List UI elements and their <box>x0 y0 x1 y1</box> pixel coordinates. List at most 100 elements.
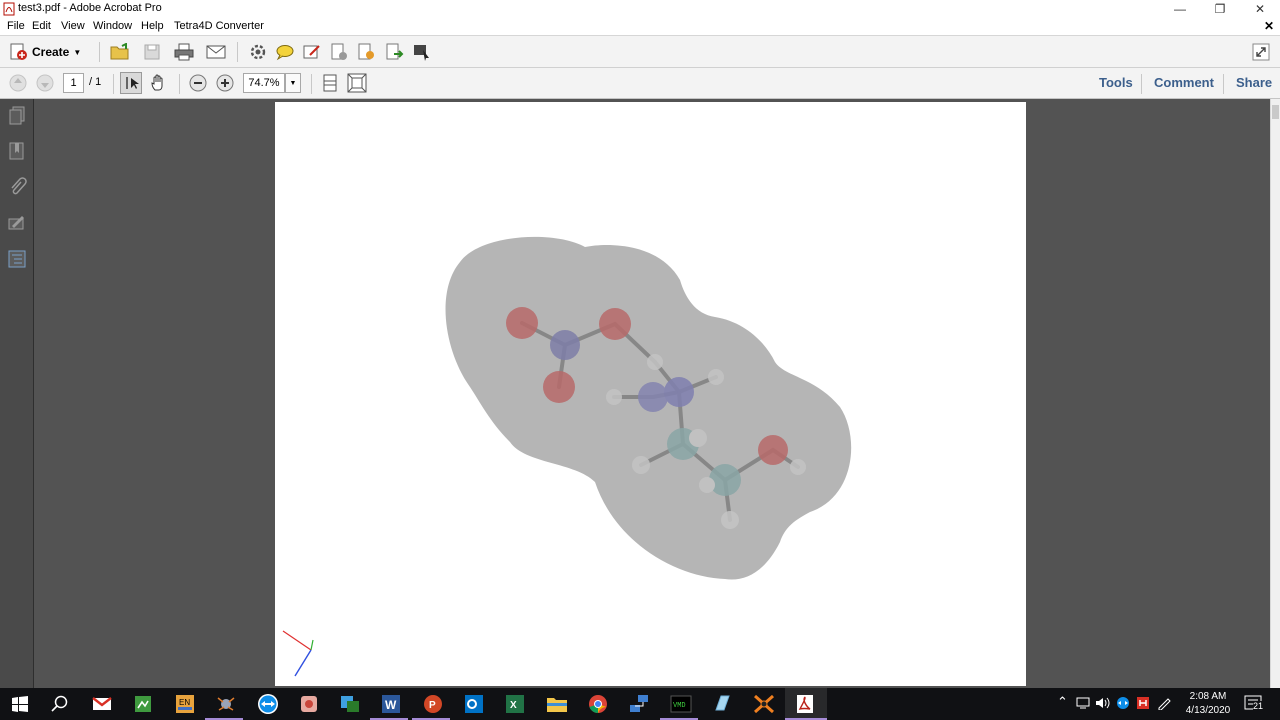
start-icon <box>12 696 28 712</box>
pen-icon[interactable] <box>1157 696 1173 710</box>
outlook-taskbar-button[interactable] <box>462 692 486 716</box>
zoom-in-button[interactable] <box>214 72 236 94</box>
language-taskbar-button[interactable]: EN <box>173 692 197 716</box>
start-button[interactable] <box>8 692 32 716</box>
comment-pane-button[interactable]: Comment <box>1154 75 1214 90</box>
network-app-icon <box>630 695 648 712</box>
excel-taskbar-button[interactable]: X <box>503 692 527 716</box>
hydrogen-atom <box>721 511 739 529</box>
menu-help[interactable]: Help <box>141 20 164 32</box>
network-app-taskbar-button[interactable] <box>627 692 651 716</box>
restore-button[interactable]: ❐ <box>1200 0 1240 18</box>
teamviewer-tray-icon[interactable] <box>1115 696 1131 710</box>
zoom-in-icon <box>216 74 234 92</box>
vertical-scrollbar[interactable] <box>1270 99 1280 688</box>
teamviewer-taskbar-button[interactable] <box>256 692 280 716</box>
sign-button[interactable] <box>301 41 323 63</box>
gmail-taskbar-button[interactable] <box>90 692 114 716</box>
page-thumbnails-icon[interactable] <box>7 105 27 125</box>
app-ant-taskbar-button[interactable] <box>214 692 238 716</box>
hydrogen-atom <box>708 369 724 385</box>
print-button[interactable] <box>173 41 195 63</box>
zoom-dropdown-button[interactable]: ▼ <box>285 73 301 93</box>
delete-pages-button[interactable] <box>328 41 350 63</box>
action-center-button[interactable]: 21 <box>1244 695 1264 713</box>
attachments-icon[interactable] <box>7 177 27 197</box>
create-button[interactable]: Create ▼ <box>8 41 81 63</box>
app-green-taskbar-button[interactable] <box>131 692 155 716</box>
main-toolbar: Create ▼ <box>0 36 1280 68</box>
search-button[interactable] <box>48 692 72 716</box>
create-pdf-icon <box>10 43 27 60</box>
menu-window[interactable]: Window <box>93 20 132 32</box>
app-x-taskbar-button[interactable] <box>752 692 776 716</box>
app-x-icon <box>754 694 774 714</box>
insert-icon <box>386 43 404 60</box>
scrollbar-thumb[interactable] <box>1272 105 1279 119</box>
hand-tool-button[interactable] <box>148 72 170 94</box>
word-taskbar-button[interactable]: W <box>379 692 403 716</box>
minimize-button[interactable]: — <box>1160 0 1200 18</box>
app-blue-window-taskbar-button[interactable] <box>338 692 362 716</box>
zoom-input[interactable]: 74.7% <box>243 73 285 93</box>
signatures-icon[interactable] <box>7 213 27 233</box>
powerpoint-icon: P <box>424 695 442 713</box>
open-button[interactable] <box>109 41 131 63</box>
fit-page-icon <box>347 73 367 93</box>
separator <box>1141 74 1142 94</box>
chrome-app-taskbar-button[interactable] <box>297 692 321 716</box>
next-page-button[interactable] <box>34 72 56 94</box>
export-button[interactable] <box>355 41 377 63</box>
fit-width-button[interactable] <box>319 72 341 94</box>
comment-icon <box>276 45 294 61</box>
close-document-button[interactable]: ✕ <box>1264 19 1274 33</box>
zoom-out-icon <box>189 74 207 92</box>
pdf-page[interactable] <box>275 102 1026 686</box>
comment-button[interactable] <box>274 41 296 63</box>
settings-button[interactable] <box>247 41 269 63</box>
delete-pages-icon <box>331 43 347 60</box>
chrome-app-icon <box>301 696 317 712</box>
fit-page-button[interactable] <box>346 72 368 94</box>
app-crystal-taskbar-button[interactable] <box>710 692 734 716</box>
file-explorer-taskbar-button[interactable] <box>545 692 569 716</box>
select-object-button[interactable] <box>411 41 433 63</box>
menu-file[interactable]: File <box>7 20 25 32</box>
oxygen-atom <box>506 307 538 339</box>
show-hidden-icons-chevron-icon[interactable]: ⌃ <box>1057 694 1068 710</box>
share-pane-button[interactable]: Share <box>1236 75 1272 90</box>
separator <box>113 74 114 94</box>
bookmarks-icon[interactable] <box>7 141 27 161</box>
terminal-taskbar-button[interactable]: VMD <box>669 692 693 716</box>
layers-icon[interactable] <box>7 249 27 269</box>
menu-edit[interactable]: Edit <box>32 20 51 32</box>
previous-page-button[interactable] <box>7 72 29 94</box>
page-total: / 1 <box>89 76 102 88</box>
title-bar: test3.pdf - Adobe Acrobat Pro — ❐ ✕ <box>0 0 1280 18</box>
svg-text:P: P <box>429 700 436 711</box>
menu-tetra4d[interactable]: Tetra4D Converter <box>174 20 264 32</box>
menu-view[interactable]: View <box>61 20 85 32</box>
close-button[interactable]: ✕ <box>1240 0 1280 18</box>
system-clock[interactable]: 2:08 AM 4/13/2020 <box>1180 690 1236 718</box>
save-button[interactable] <box>141 41 163 63</box>
page-number-input[interactable]: 1 <box>63 73 84 93</box>
insert-button[interactable] <box>383 41 405 63</box>
zoom-out-button[interactable] <box>187 72 209 94</box>
powerpoint-taskbar-button[interactable]: P <box>421 692 445 716</box>
email-button[interactable] <box>205 41 227 63</box>
volume-icon[interactable] <box>1095 696 1111 710</box>
full-screen-button[interactable] <box>1250 41 1272 63</box>
close-icon: ✕ <box>1254 2 1266 16</box>
svg-text:VMD: VMD <box>673 702 686 710</box>
active-window-highlight <box>785 688 827 720</box>
document-view[interactable] <box>34 99 1270 688</box>
3d-molecule-model[interactable] <box>275 102 1026 686</box>
hydrogen-atom <box>632 456 650 474</box>
clock-time: 2:08 AM <box>1189 691 1227 702</box>
network-icon[interactable] <box>1075 696 1091 710</box>
select-tool-button[interactable] <box>120 72 142 94</box>
tools-pane-button[interactable]: Tools <box>1099 75 1133 90</box>
chrome-taskbar-button[interactable] <box>586 692 610 716</box>
app-tray-icon[interactable] <box>1135 696 1151 710</box>
